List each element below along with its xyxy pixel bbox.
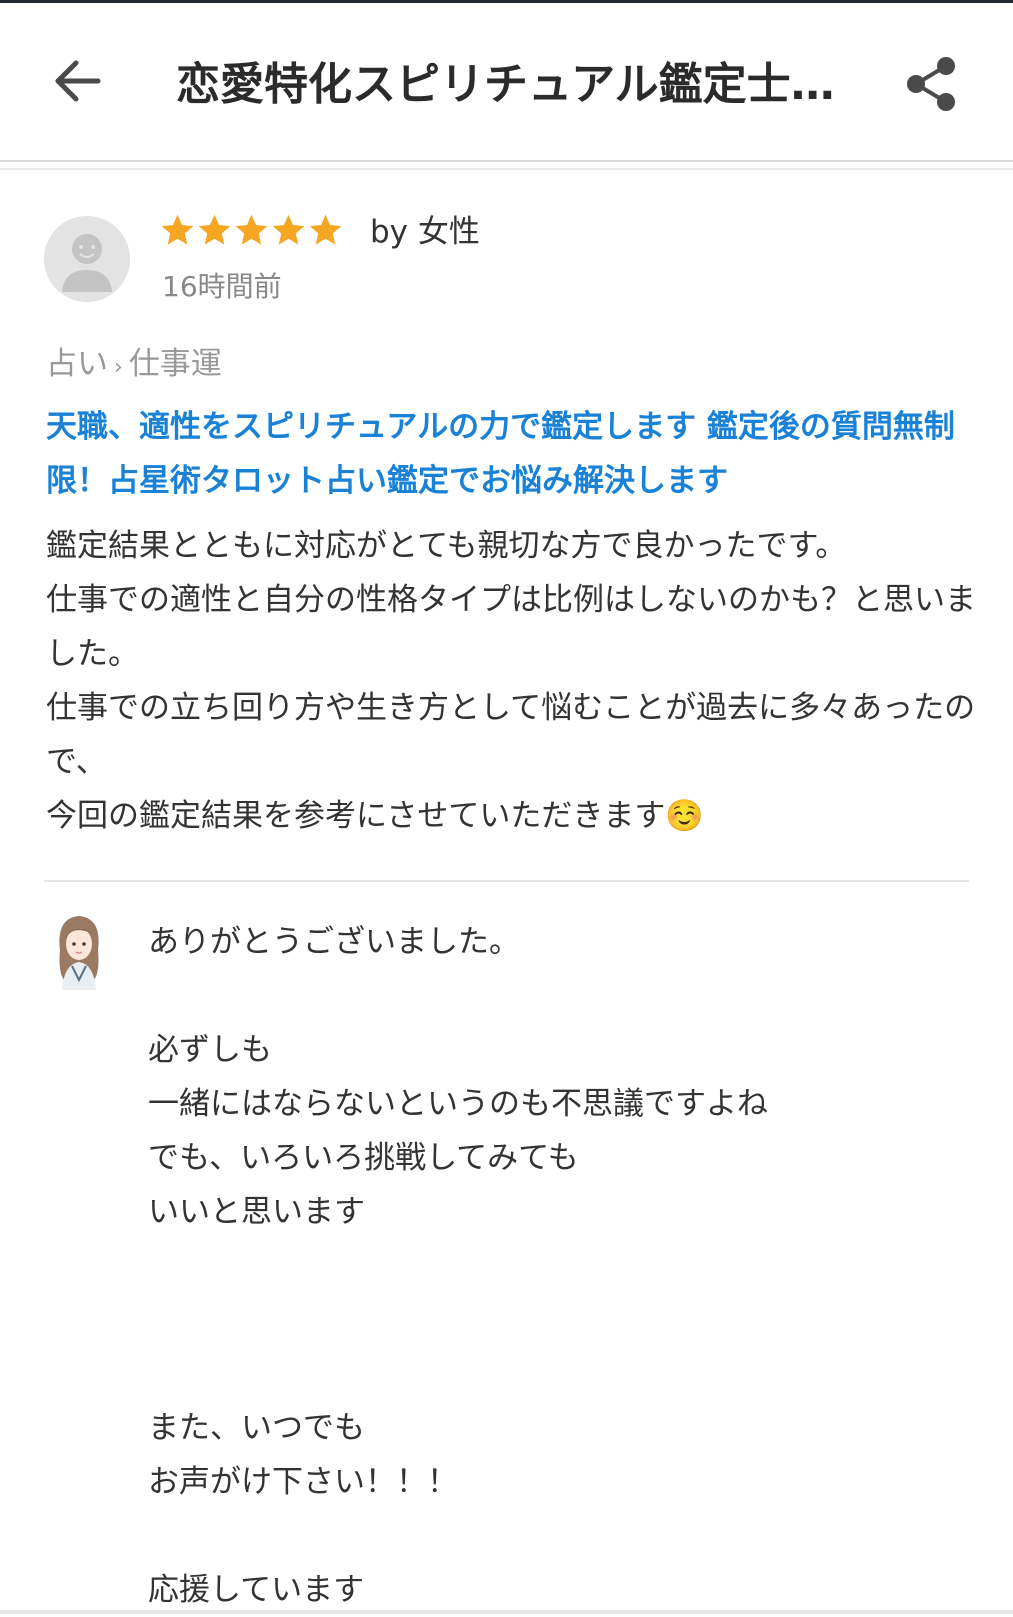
breadcrumb-category[interactable]: 占い	[46, 346, 108, 382]
reviewer-gender: by 女性	[370, 214, 480, 250]
header-divider-secondary	[0, 168, 1013, 170]
breadcrumb-separator: ›	[114, 355, 123, 380]
arrow-left-icon	[55, 60, 101, 102]
share-icon	[907, 57, 955, 111]
bottom-divider	[0, 1610, 1013, 1614]
service-title-link[interactable]: 天職、適性をスピリチュアルの力で鑑定します 鑑定後の質問無制限！占星術タロット占…	[46, 400, 976, 508]
review-reply-divider	[44, 880, 969, 882]
star-filled-icon	[272, 214, 305, 245]
header-divider	[0, 160, 1013, 162]
app-header: 恋愛特化スピリチュアル鑑定士…	[0, 3, 1013, 163]
reviewer-avatar	[44, 216, 130, 302]
seller-reply-text: ありがとうございました。 必ずしも 一緒にはならないというのも不思議ですよね で…	[148, 924, 768, 1608]
default-user-avatar-icon	[44, 216, 130, 302]
star-filled-icon	[198, 214, 231, 245]
breadcrumb: 占い › 仕事運	[46, 342, 222, 386]
review-timestamp: 16時間前	[162, 270, 282, 303]
page-title: 恋愛特化スピリチュアル鑑定士…	[176, 59, 835, 110]
breadcrumb-subcategory[interactable]: 仕事運	[129, 346, 222, 382]
review-text: 鑑定結果とともに対応がとても親切な方で良かったです。 仕事での適性と自分の性格タ…	[46, 528, 976, 834]
star-filled-icon	[161, 214, 194, 245]
seller-avatar	[50, 910, 108, 990]
star-rating	[160, 210, 343, 254]
star-filled-icon	[309, 214, 342, 245]
back-button[interactable]	[48, 51, 108, 111]
share-button[interactable]	[900, 53, 962, 115]
seller-avatar-illustration	[59, 916, 99, 990]
star-filled-icon	[235, 214, 268, 245]
